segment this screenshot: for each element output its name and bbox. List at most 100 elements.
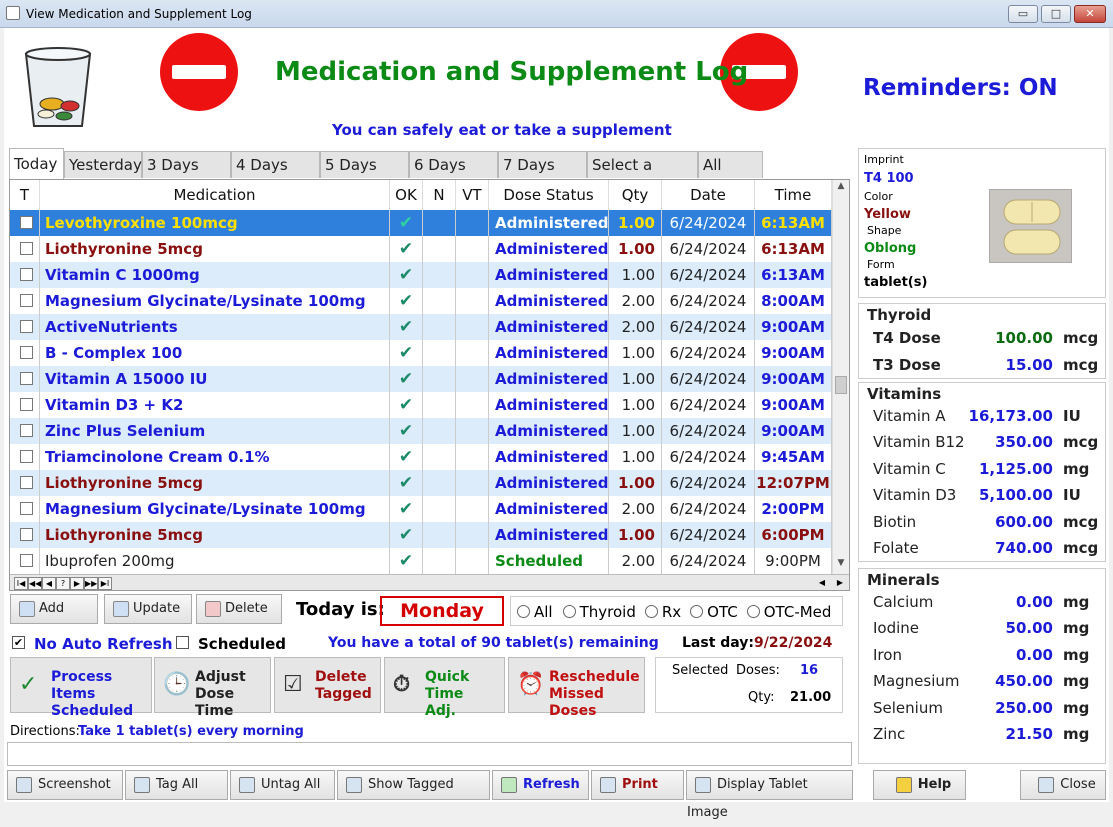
filter-rx[interactable]: Rx (644, 603, 681, 621)
tag-cell[interactable] (10, 210, 40, 236)
tag-checkbox[interactable] (20, 320, 33, 333)
scroll-right-icon[interactable]: ▶ (834, 577, 846, 590)
add-button[interactable]: Add (10, 594, 98, 624)
nav-prev-icon[interactable]: ◀ (42, 577, 56, 590)
tag-cell[interactable] (10, 366, 40, 392)
scroll-left-icon[interactable]: ◀ (816, 577, 828, 590)
column-header-qty[interactable]: Qty (609, 180, 662, 210)
window-close-button[interactable]: ✕ (1074, 5, 1106, 23)
nav-next-page-icon[interactable]: ▶▶ (84, 577, 98, 590)
tag-cell[interactable] (10, 236, 40, 262)
untag-all-button[interactable]: Untag All (230, 770, 335, 800)
tag-checkbox[interactable] (20, 346, 33, 359)
table-row[interactable]: Liothyronine 5mcg ✔ Administered 1.00 6/24/2… (10, 236, 832, 262)
tag-cell[interactable] (10, 444, 40, 470)
filter-radio[interactable] (690, 605, 704, 618)
table-row[interactable]: Liothyronine 5mcg ✔ Administered 1.00 6/24/2… (10, 522, 832, 548)
scroll-thumb[interactable] (835, 376, 847, 394)
scroll-down-icon[interactable]: ▼ (835, 558, 847, 572)
table-row[interactable]: Zinc Plus Selenium ✔ Administered 1.00 6/24/… (10, 418, 832, 444)
tag-cell[interactable] (10, 392, 40, 418)
filter-radio[interactable] (746, 605, 760, 618)
table-row[interactable]: Levothyroxine 100mcg ✔ Administered 1.00 6/2… (10, 210, 832, 236)
tag-checkbox[interactable] (20, 242, 33, 255)
table-row[interactable]: ActiveNutrients ✔ Administered 2.00 6/24/202… (10, 314, 832, 340)
filter-radio[interactable] (517, 605, 530, 618)
scroll-up-icon[interactable]: ▲ (835, 181, 847, 195)
tab-select-a-range[interactable]: Select a Range (587, 151, 698, 200)
tag-all-button[interactable]: Tag All (125, 770, 228, 800)
column-header-dose-status[interactable]: Dose Status (489, 180, 609, 210)
tab-4-days-ago[interactable]: 4 Days Ago (231, 151, 320, 200)
tag-checkbox[interactable] (20, 268, 33, 281)
tag-checkbox[interactable] (20, 294, 33, 307)
tag-cell[interactable] (10, 418, 40, 444)
tag-checkbox[interactable] (20, 476, 33, 489)
nav-last-icon[interactable]: ▶I (98, 577, 112, 590)
tab-all-days[interactable]: All Days (698, 151, 763, 200)
print-button[interactable]: Print (591, 770, 684, 800)
tag-cell[interactable] (10, 496, 40, 522)
screenshot-button[interactable]: Screenshot (7, 770, 123, 800)
table-row[interactable]: Liothyronine 5mcg ✔ Administered 1.00 6/24/2… (10, 470, 832, 496)
tag-cell[interactable] (10, 314, 40, 340)
close-button[interactable]: Close (1020, 770, 1106, 800)
tab-today[interactable]: Today (9, 148, 64, 179)
nav-first-icon[interactable]: I◀ (14, 577, 28, 590)
filter-radio[interactable] (644, 605, 658, 618)
no-auto-refresh-checkbox[interactable]: ✔ (12, 636, 25, 649)
table-row[interactable]: Magnesium Glycinate/Lysinate 100mg ✔ Admin… (10, 496, 832, 522)
table-row[interactable]: Vitamin D3 + K2 ✔ Administered 1.00 6/24/202… (10, 392, 832, 418)
table-row[interactable]: Magnesium Glycinate/Lysinate 100mg ✔ Admin… (10, 288, 832, 314)
tag-cell[interactable] (10, 548, 40, 574)
filter-all[interactable]: All (517, 603, 553, 621)
nav-next-icon[interactable]: ▶ (70, 577, 84, 590)
filter-otc-med[interactable]: OTC-Med (746, 603, 831, 621)
tab-5-days-ago[interactable]: 5 Days Ago (320, 151, 409, 200)
column-header-date[interactable]: Date (662, 180, 755, 210)
tag-cell[interactable] (10, 522, 40, 548)
tag-cell[interactable] (10, 288, 40, 314)
column-header-medication[interactable]: Medication (40, 180, 390, 210)
table-row[interactable]: B - Complex 100 ✔ Administered 1.00 6/24/202… (10, 340, 832, 366)
nav-prev-page-icon[interactable]: ◀◀ (28, 577, 42, 590)
process-items-scheduled-button[interactable]: ✓ Process Items Scheduled (10, 657, 152, 719)
tag-cell[interactable] (10, 470, 40, 496)
show-tagged-button[interactable]: Show Tagged (337, 770, 490, 800)
reschedule-missed-doses-button[interactable]: ⏰ Reschedule Missed Doses (508, 657, 645, 719)
tag-checkbox[interactable] (20, 528, 33, 541)
nav-help-icon[interactable]: ? (56, 577, 70, 590)
tag-cell[interactable] (10, 262, 40, 288)
vertical-scrollbar[interactable]: ▲ ▼ (832, 180, 849, 574)
tag-checkbox[interactable] (20, 424, 33, 437)
display-tablet-image-button[interactable]: Display Tablet Image (686, 770, 853, 820)
maximize-button[interactable]: □ (1041, 5, 1071, 23)
directions-field[interactable] (7, 742, 852, 766)
table-row[interactable]: Triamcinolone Cream 0.1% ✔ Administered 1.0… (10, 444, 832, 470)
delete-tagged-button[interactable]: ☑ Delete Tagged (274, 657, 381, 713)
column-header-ok[interactable]: OK (390, 180, 423, 210)
tag-checkbox[interactable] (20, 216, 33, 229)
minimize-button[interactable]: ▭ (1008, 5, 1038, 23)
tag-checkbox[interactable] (20, 372, 33, 385)
tab-yesterday[interactable]: Yesterday (64, 151, 142, 178)
tab-3-days-ago[interactable]: 3 Days Ago (142, 151, 231, 200)
tag-checkbox[interactable] (20, 502, 33, 515)
tag-checkbox[interactable] (20, 398, 33, 411)
filter-otc[interactable]: OTC (690, 603, 738, 621)
update-button[interactable]: Update (104, 594, 192, 624)
tab-7-days-ago[interactable]: 7 Days Ago (498, 151, 587, 200)
table-row[interactable]: Vitamin A 15000 IU ✔ Administered 1.00 6/24/… (10, 366, 832, 392)
tag-cell[interactable] (10, 340, 40, 366)
filter-thyroid[interactable]: Thyroid (562, 603, 636, 621)
column-header-time[interactable]: Time (755, 180, 832, 210)
tag-checkbox[interactable] (20, 554, 33, 567)
column-header-vt[interactable]: VT (456, 180, 489, 210)
filter-radio[interactable] (562, 605, 576, 618)
scheduled-checkbox[interactable] (176, 636, 189, 649)
column-header-n[interactable]: N (423, 180, 456, 210)
help-button[interactable]: Help (873, 770, 966, 800)
refresh-button[interactable]: Refresh (492, 770, 589, 800)
quick-time-adjust-button[interactable]: ⏱ Quick Time Adj. (384, 657, 505, 719)
tag-checkbox[interactable] (20, 450, 33, 463)
